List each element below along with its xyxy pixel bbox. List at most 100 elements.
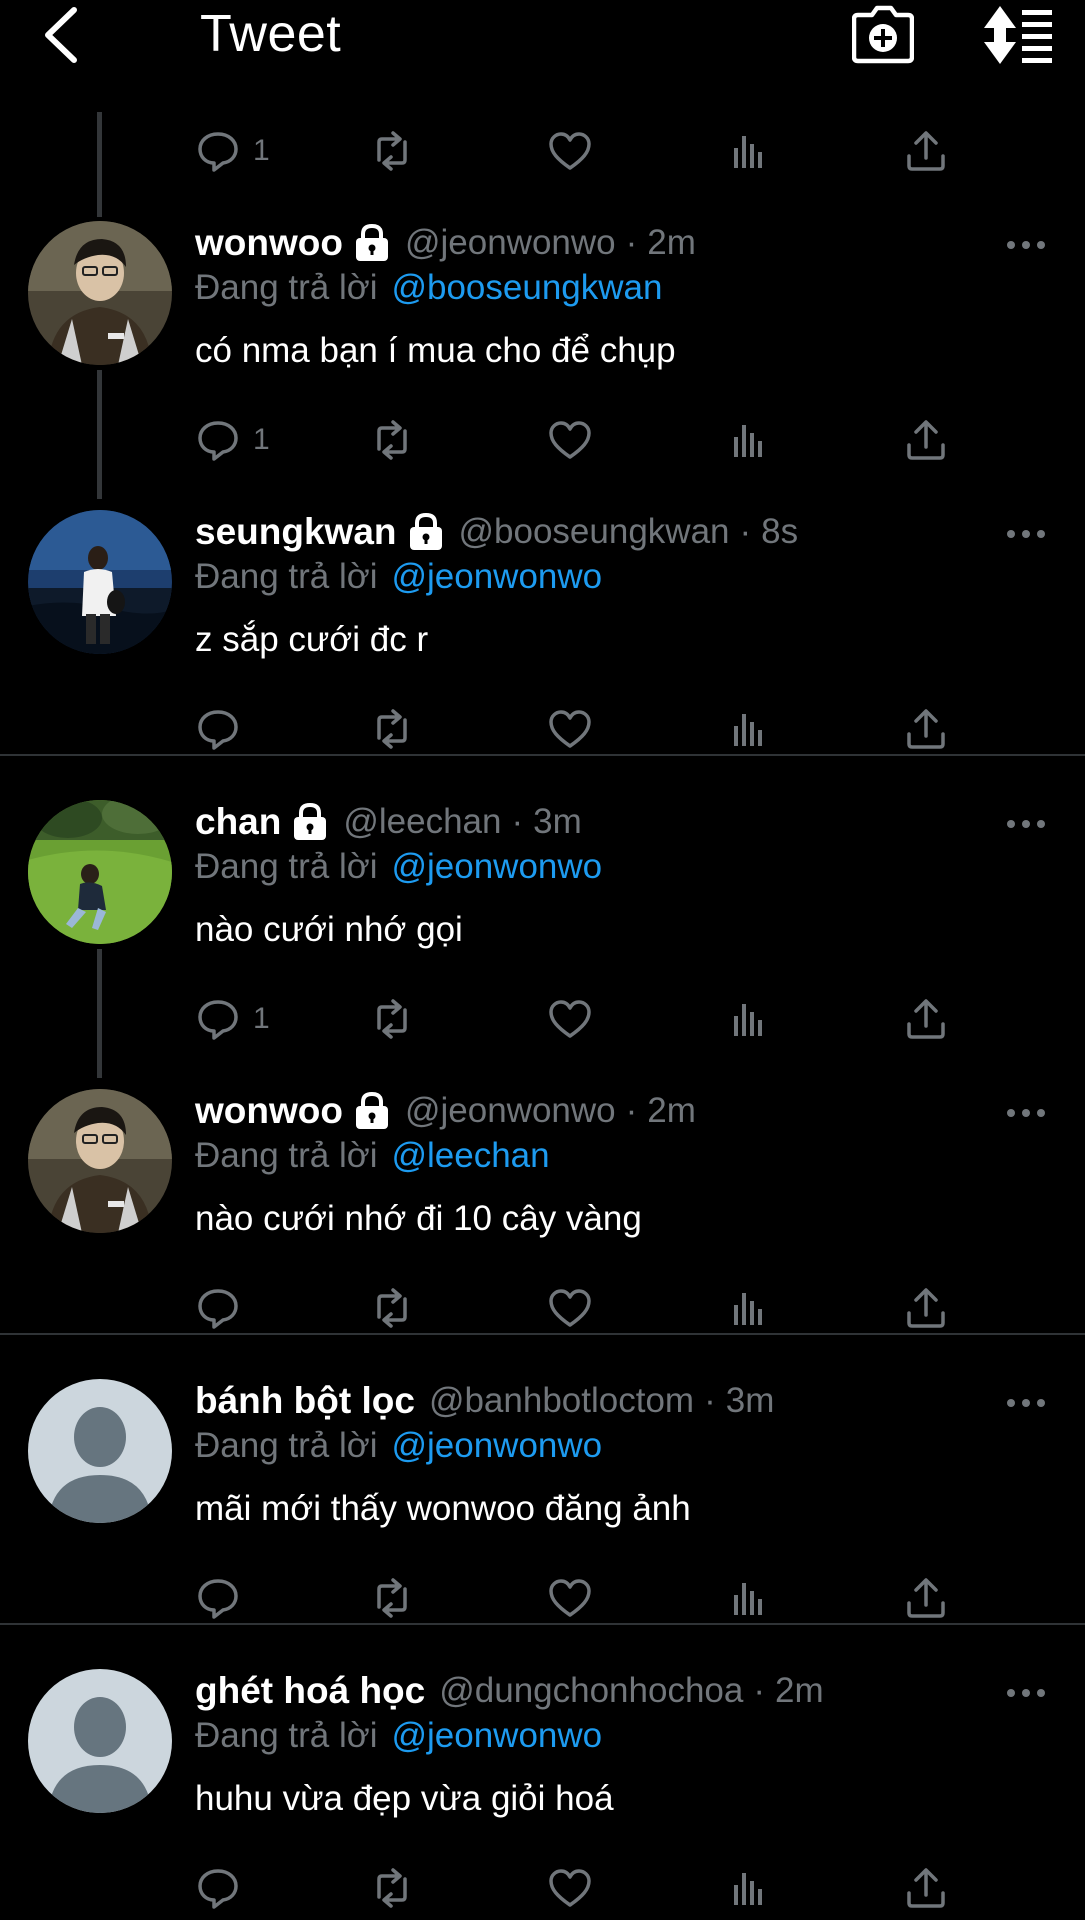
share-button[interactable]	[903, 1863, 949, 1913]
tweet[interactable]: wonwoo @jeonwonwo · 2m Đang trả lời @booseung…	[0, 218, 1085, 498]
retweet-button[interactable]	[369, 1283, 415, 1333]
display-name[interactable]: seungkwan	[195, 511, 397, 553]
reply-button[interactable]: 1	[195, 126, 270, 176]
mention-link[interactable]: @jeonwonwo	[391, 847, 602, 886]
replying-to-label: Đang trả lời	[195, 1426, 378, 1465]
display-name[interactable]: chan	[195, 801, 281, 843]
sort-list-icon	[984, 6, 1052, 64]
retweet-icon	[377, 1868, 407, 1908]
avatar[interactable]	[28, 1089, 172, 1233]
avatar[interactable]	[28, 221, 172, 365]
reply-button[interactable]	[195, 1573, 241, 1623]
share-button[interactable]	[903, 704, 949, 754]
user-handle[interactable]: @booseungkwan	[459, 512, 730, 552]
tweet[interactable]: wonwoo @jeonwonwo · 2m Đang trả lời @leechan n…	[0, 1086, 1085, 1366]
back-button[interactable]	[38, 4, 88, 66]
views-button[interactable]	[725, 415, 771, 465]
retweet-button[interactable]	[369, 1863, 415, 1913]
display-name[interactable]: wonwoo	[195, 222, 343, 264]
more-options-button[interactable]	[1006, 235, 1046, 255]
tweet[interactable]: seungkwan @booseungkwan · 8s Đang trả lời @je…	[0, 507, 1085, 787]
display-name[interactable]: ghét hoá học	[195, 1670, 425, 1712]
reply-button[interactable]: 1	[195, 415, 270, 465]
views-button[interactable]	[725, 1573, 771, 1623]
share-icon	[907, 709, 945, 749]
mention-link[interactable]: @leechan	[391, 1136, 549, 1175]
tweet-actions: 1	[195, 126, 975, 176]
more-options-button[interactable]	[1006, 1683, 1046, 1703]
share-button[interactable]	[903, 415, 949, 465]
avatar[interactable]	[28, 1669, 172, 1813]
tweet-text: nào cưới nhớ đi 10 cây vàng	[195, 1199, 642, 1238]
tweet-text: z sắp cưới đc r	[195, 620, 429, 659]
retweet-button[interactable]	[369, 126, 415, 176]
share-button[interactable]	[903, 994, 949, 1044]
mention-link[interactable]: @booseungkwan	[391, 268, 662, 307]
share-button[interactable]	[903, 126, 949, 176]
display-name[interactable]: bánh bột lọc	[195, 1380, 415, 1422]
display-name[interactable]: wonwoo	[195, 1090, 343, 1132]
avatar[interactable]	[28, 510, 172, 654]
like-button[interactable]	[547, 126, 593, 176]
replying-to: Đang trả lời @jeonwonwo	[195, 1424, 602, 1468]
timestamp[interactable]: 2m	[775, 1671, 824, 1711]
timestamp[interactable]: 8s	[761, 512, 798, 552]
camera-button[interactable]	[851, 5, 915, 65]
views-button[interactable]	[725, 704, 771, 754]
tweet[interactable]: bánh bột lọc @banhbotloctom · 3m Đang trả lờ…	[0, 1376, 1085, 1656]
reply-button[interactable]	[195, 1283, 241, 1333]
like-button[interactable]	[547, 415, 593, 465]
like-button[interactable]	[547, 994, 593, 1044]
views-button[interactable]	[725, 1863, 771, 1913]
more-options-button[interactable]	[1006, 1103, 1046, 1123]
mention-link[interactable]: @jeonwonwo	[391, 1426, 602, 1465]
retweet-button[interactable]	[369, 1573, 415, 1623]
mention-link[interactable]: @jeonwonwo	[391, 557, 602, 596]
reply-icon	[198, 1579, 238, 1619]
reply-button[interactable]	[195, 1863, 241, 1913]
like-button[interactable]	[547, 704, 593, 754]
like-button[interactable]	[547, 1863, 593, 1913]
user-handle[interactable]: @leechan	[343, 802, 501, 842]
avatar[interactable]	[28, 1379, 172, 1523]
reply-icon	[198, 1000, 238, 1040]
reply-button[interactable]	[195, 704, 241, 754]
more-options-button[interactable]	[1006, 814, 1046, 834]
tweet-divider	[0, 1623, 1085, 1625]
retweet-button[interactable]	[369, 704, 415, 754]
avatar[interactable]	[28, 800, 172, 944]
tweet-text: có nma bạn í mua cho để chụp	[195, 331, 676, 370]
lock-icon	[294, 802, 327, 840]
more-options-button[interactable]	[1006, 524, 1046, 544]
timestamp[interactable]: 2m	[647, 1091, 696, 1131]
user-handle[interactable]: @jeonwonwo	[405, 1091, 616, 1131]
more-options-button[interactable]	[1006, 1393, 1046, 1413]
heart-icon	[549, 421, 591, 459]
timestamp[interactable]: 3m	[726, 1381, 775, 1421]
user-handle[interactable]: @dungchonhochoa	[439, 1671, 743, 1711]
user-handle[interactable]: @jeonwonwo	[405, 223, 616, 263]
tweet-divider	[0, 1333, 1085, 1335]
replying-to: Đang trả lời @jeonwonwo	[195, 1714, 602, 1758]
timestamp[interactable]: 2m	[647, 223, 696, 263]
user-handle[interactable]: @banhbotloctom	[429, 1381, 694, 1421]
top-bar: Tweet	[0, 0, 1085, 70]
share-button[interactable]	[903, 1283, 949, 1333]
tweet[interactable]: ghét hoá học @dungchonhochoa · 2m Đang trả l…	[0, 1666, 1085, 1920]
views-button[interactable]	[725, 994, 771, 1044]
tweet-actions	[195, 1573, 975, 1623]
sort-button[interactable]	[982, 4, 1054, 66]
retweet-button[interactable]	[369, 994, 415, 1044]
retweet-button[interactable]	[369, 415, 415, 465]
share-button[interactable]	[903, 1573, 949, 1623]
tweet[interactable]: chan @leechan · 3m Đang trả lời @jeonwonwo nào…	[0, 797, 1085, 1077]
views-button[interactable]	[725, 1283, 771, 1333]
like-button[interactable]	[547, 1573, 593, 1623]
mention-link[interactable]: @jeonwonwo	[391, 1716, 602, 1755]
reply-button[interactable]: 1	[195, 994, 270, 1044]
tweet-divider	[0, 754, 1085, 756]
views-button[interactable]	[725, 126, 771, 176]
timestamp[interactable]: 3m	[533, 802, 582, 842]
like-button[interactable]	[547, 1283, 593, 1333]
heart-icon	[549, 1289, 591, 1327]
